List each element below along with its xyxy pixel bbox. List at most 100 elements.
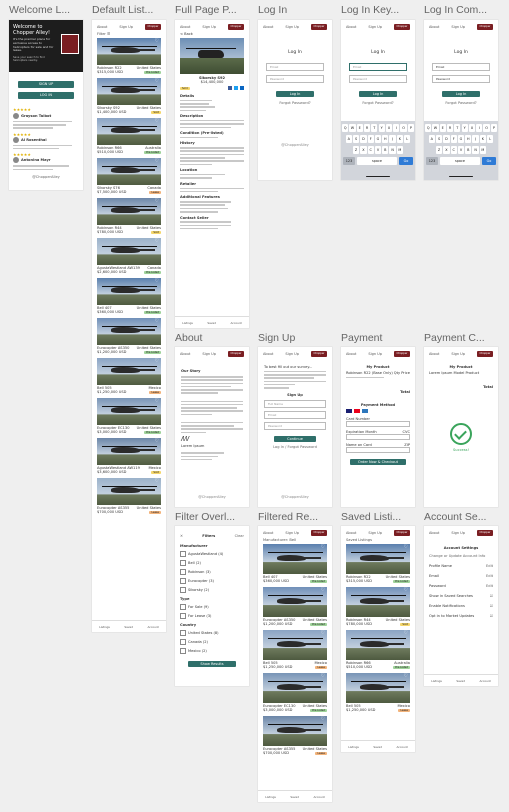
- heart-icon[interactable]: ♡: [321, 544, 325, 550]
- listing-card[interactable]: ♡ AgustaWestland AW139 Canada $2,600,000 US…: [97, 238, 161, 274]
- key-space[interactable]: space: [440, 157, 480, 165]
- nav-signup[interactable]: Sign Up: [368, 531, 382, 535]
- nav-about[interactable]: About: [180, 25, 190, 29]
- signup-login-link[interactable]: Log In / Forgot Password: [264, 445, 326, 449]
- heart-icon[interactable]: ♡: [404, 587, 408, 593]
- key-j[interactable]: J: [472, 135, 479, 143]
- listing-card[interactable]: ♡ AgustaWestland AW119 Mexico $3,600,000 US…: [97, 438, 161, 474]
- key-u[interactable]: U: [468, 124, 476, 132]
- filter-option[interactable]: For Sale (9): [180, 604, 244, 610]
- nav-about[interactable]: About: [346, 25, 356, 29]
- account-row[interactable]: Enable Notifications ☑: [429, 604, 493, 608]
- checkbox[interactable]: [180, 613, 186, 619]
- key-f[interactable]: F: [367, 135, 374, 143]
- exp-field[interactable]: [346, 434, 410, 441]
- heart-icon[interactable]: ♡: [155, 238, 159, 244]
- tab-account[interactable]: Account: [313, 795, 324, 799]
- key-r[interactable]: R: [363, 124, 371, 132]
- tab-saved[interactable]: Saved: [373, 745, 382, 749]
- key-b[interactable]: B: [382, 146, 389, 154]
- heart-icon[interactable]: ♡: [155, 78, 159, 84]
- login-button[interactable]: Log In: [359, 91, 397, 97]
- key-numbers[interactable]: 123: [426, 157, 438, 165]
- key-a[interactable]: A: [345, 135, 352, 143]
- key-x[interactable]: X: [360, 146, 367, 154]
- welcome-login-button[interactable]: LOG IN: [18, 92, 74, 99]
- filter-option[interactable]: For Lease (3): [180, 613, 244, 619]
- nav-about[interactable]: About: [180, 352, 190, 356]
- nav-about[interactable]: About: [429, 531, 439, 535]
- listing-card[interactable]: ♡ Eurocopter EC130 United States $3,000,000…: [263, 673, 327, 712]
- key-b[interactable]: B: [465, 146, 472, 154]
- key-z[interactable]: Z: [435, 146, 443, 154]
- key-t[interactable]: T: [371, 124, 378, 132]
- logo[interactable]: Chopper Alley: [310, 351, 327, 361]
- tab-account[interactable]: Account: [479, 679, 490, 683]
- nav-signup[interactable]: Sign Up: [451, 25, 465, 29]
- key-g[interactable]: G: [457, 135, 465, 143]
- key-u[interactable]: U: [385, 124, 393, 132]
- checkbox[interactable]: [180, 551, 186, 557]
- listing-card[interactable]: ♡ Eurocopter AS355 United States $700,000 U…: [263, 716, 327, 755]
- logo[interactable]: Chopper Alley: [476, 530, 493, 540]
- logo[interactable]: Chopper Alley: [310, 530, 327, 540]
- share-icon[interactable]: [234, 86, 238, 90]
- key-j[interactable]: J: [389, 135, 396, 143]
- logo[interactable]: Chopper Alley: [227, 24, 244, 34]
- account-row[interactable]: Password Edit: [429, 584, 493, 588]
- nav-about[interactable]: About: [346, 531, 356, 535]
- nav-about[interactable]: About: [263, 25, 273, 29]
- key-i[interactable]: I: [393, 124, 400, 132]
- checkbox[interactable]: [180, 630, 186, 636]
- key-o[interactable]: O: [483, 124, 490, 132]
- key-y[interactable]: Y: [378, 124, 385, 132]
- nav-about[interactable]: About: [263, 531, 273, 535]
- nav-signup[interactable]: Sign Up: [368, 352, 382, 356]
- password-field[interactable]: Password: [349, 75, 407, 83]
- tab-listings[interactable]: Listings: [265, 795, 276, 799]
- checkbox[interactable]: [180, 569, 186, 575]
- nav-signup[interactable]: Sign Up: [368, 25, 382, 29]
- heart-icon[interactable]: ♡: [321, 587, 325, 593]
- listing-card[interactable]: ♡ Bell 407 United States $360,000 USD Pre-Li…: [97, 278, 161, 314]
- tab-saved[interactable]: Saved: [124, 625, 133, 629]
- filter-option[interactable]: Canada (2): [180, 639, 244, 645]
- key-go[interactable]: Go: [482, 157, 496, 165]
- heart-icon[interactable]: ♡: [155, 478, 159, 484]
- account-row[interactable]: Show in Saved Searches ☑: [429, 594, 493, 598]
- key-k[interactable]: K: [396, 135, 404, 143]
- listing-card[interactable]: ♡ Sikorsky S92 United States $1,400,000 USD…: [97, 78, 161, 114]
- password-field[interactable]: Password: [432, 75, 490, 83]
- name-field[interactable]: Full Name: [264, 399, 326, 408]
- listing-card[interactable]: ♡ Bell 505 Mexico $1,250,000 USD Lease: [346, 673, 410, 712]
- key-c[interactable]: C: [450, 146, 457, 154]
- heart-icon[interactable]: ♡: [155, 198, 159, 204]
- key-t[interactable]: T: [454, 124, 461, 132]
- listing-card[interactable]: ♡ Eurocopter AS350 United States $1,200,000…: [263, 587, 327, 626]
- heart-icon[interactable]: ♡: [404, 544, 408, 550]
- nav-about[interactable]: About: [429, 352, 439, 356]
- welcome-signup-button[interactable]: SIGN UP: [18, 81, 74, 88]
- key-k[interactable]: K: [479, 135, 487, 143]
- listing-card[interactable]: ♡ Robinson R22 United States $315,000 USD Pr…: [97, 38, 161, 74]
- checkbox[interactable]: [180, 578, 186, 584]
- email-field[interactable]: Email: [266, 63, 324, 71]
- tab-listings[interactable]: Listings: [431, 679, 442, 683]
- listing-card[interactable]: ♡ Robinson R44 United States $780,000 USD So…: [346, 587, 410, 626]
- listing-card[interactable]: ♡ Robinson R44 United States $780,000 USD So…: [97, 198, 161, 234]
- visa-icon[interactable]: [346, 409, 352, 414]
- share-icon[interactable]: [240, 86, 244, 90]
- filter-option[interactable]: United States (8): [180, 630, 244, 636]
- key-x[interactable]: X: [443, 146, 450, 154]
- signup-continue-button[interactable]: Continue: [274, 435, 316, 442]
- filter-option[interactable]: Sikorsky (2): [180, 587, 244, 593]
- password-field[interactable]: Password: [266, 75, 324, 83]
- clear-filters[interactable]: Clear: [235, 534, 244, 538]
- logo[interactable]: Chopper Alley: [476, 351, 493, 361]
- heart-icon[interactable]: ♡: [155, 158, 159, 164]
- checkbox[interactable]: [180, 639, 186, 645]
- checkbox[interactable]: [180, 604, 186, 610]
- key-n[interactable]: N: [472, 146, 479, 154]
- key-q[interactable]: Q: [342, 124, 349, 132]
- key-w[interactable]: W: [432, 124, 439, 132]
